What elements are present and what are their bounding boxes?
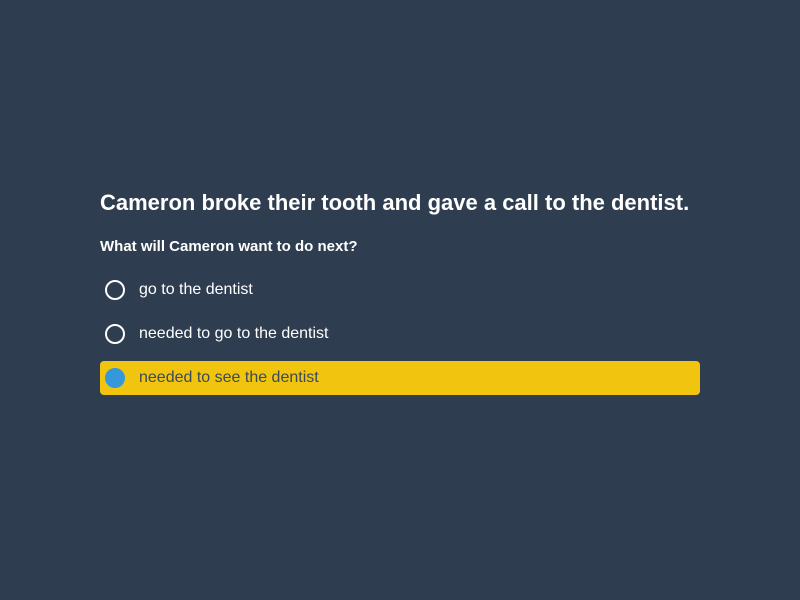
answer-option-3[interactable]: needed to see the dentist xyxy=(100,361,700,395)
answer-label: go to the dentist xyxy=(139,281,253,298)
quiz-card: Cameron broke their tooth and gave a cal… xyxy=(100,188,700,405)
answer-options: go to the dentist needed to go to the de… xyxy=(100,273,700,395)
answer-option-2[interactable]: needed to go to the dentist xyxy=(100,317,700,351)
prompt-title: Cameron broke their tooth and gave a cal… xyxy=(100,190,690,215)
question-text: What will Cameron want to do next? xyxy=(100,238,358,255)
answer-label: needed to see the dentist xyxy=(139,369,319,386)
radio-button-icon[interactable] xyxy=(105,368,125,388)
radio-button-icon[interactable] xyxy=(105,280,125,300)
answer-label: needed to go to the dentist xyxy=(139,325,329,342)
radio-button-icon[interactable] xyxy=(105,324,125,344)
answer-option-1[interactable]: go to the dentist xyxy=(100,273,700,307)
